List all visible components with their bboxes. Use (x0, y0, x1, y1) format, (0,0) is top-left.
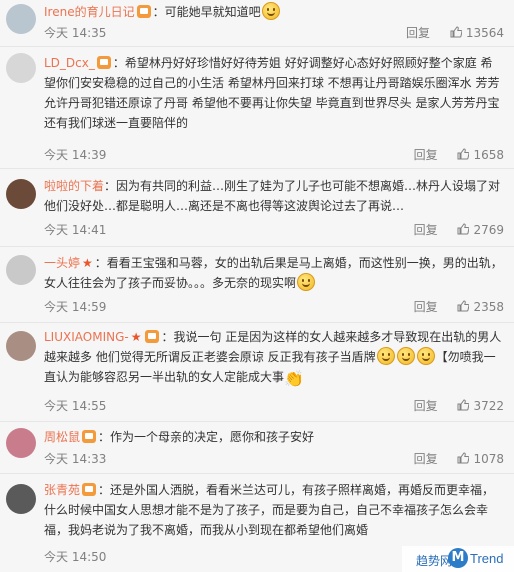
like-count: 3722 (473, 399, 504, 413)
comment-time: 今天 14:39 (44, 148, 107, 162)
reply-button[interactable]: 回复 (414, 298, 438, 315)
comment-text: ：可能她早就知道吧 (152, 5, 261, 19)
member-badge-icon (96, 56, 111, 69)
comment-text: ：希望林丹好好珍惜好好待芳姐 好好调整好心态好好照顾好整个家庭 希望你们安安稳稳… (44, 56, 500, 130)
reply-button[interactable]: 回复 (406, 24, 430, 41)
watermark-text: 趋势网 (416, 554, 453, 568)
thumbs-up-icon (457, 300, 470, 312)
thumbs-up-icon (457, 452, 470, 464)
like-count: 1658 (473, 148, 504, 162)
avatar[interactable] (6, 53, 36, 83)
thumbs-up-icon (457, 399, 470, 411)
like-count: 13564 (465, 26, 504, 40)
comment-text: ：看看王宝强和马蓉，女的出轨后果是马上离婚，而这性别一换，男的出轨，女人往往会为… (44, 256, 503, 290)
smile-emoji-icon (297, 273, 316, 291)
commenter-name[interactable]: Irene的育儿日记 (44, 5, 135, 19)
commenter-name[interactable]: LIUXIAOMING- (44, 330, 129, 344)
comment-item: Irene的育儿日记 ：可能她早就知道吧 今天 14:35 回复 13564 (0, 0, 514, 47)
comment-text: ：还是外国人洒脱，看看米兰达可儿，有孩子照样离婚，再婚反而更幸福，什么时候中国女… (44, 483, 495, 537)
comment-time: 今天 14:50 (44, 550, 107, 564)
commenter-name[interactable]: LD_Dcx_ (44, 56, 95, 70)
like-button[interactable]: 1078 (457, 452, 504, 466)
reply-button[interactable]: 回复 (414, 221, 438, 238)
thumbs-up-icon (450, 26, 462, 38)
avatar[interactable] (6, 428, 36, 458)
watermark-brand: Trend (470, 551, 504, 566)
thumbs-up-icon (457, 148, 470, 160)
comment-time: 今天 14:41 (44, 223, 107, 237)
avatar[interactable] (6, 255, 36, 285)
avatar[interactable] (6, 4, 36, 34)
reply-button[interactable]: 回复 (414, 450, 438, 467)
avatar[interactable] (6, 484, 36, 514)
reply-button[interactable]: 回复 (414, 146, 438, 163)
comment-text: ：作为一个母亲的决定，愿你和孩子安好 (98, 430, 315, 444)
hug-emoji-icon (261, 2, 280, 20)
comment-time: 今天 14:35 (44, 26, 107, 40)
like-button[interactable]: 1658 (457, 148, 504, 162)
like-button[interactable]: 3722 (457, 399, 504, 413)
comment-item: 一头婷 ★ ：看看王宝强和马蓉，女的出轨后果是马上离婚，而这性别一换，男的出轨，女人… (0, 247, 514, 323)
smile-emoji-icon (416, 347, 435, 365)
star-badge-icon: ★ (130, 330, 142, 344)
like-button[interactable]: 2769 (457, 223, 504, 237)
commenter-name[interactable]: 周松鼠 (44, 430, 80, 444)
comment-item: 周松鼠 ：作为一个母亲的决定，愿你和孩子安好 今天 14:33 回复 1078 (0, 422, 514, 474)
member-badge-icon (82, 430, 97, 443)
clap-emoji-icon: 👏 (284, 369, 304, 388)
comment-time: 今天 14:33 (44, 452, 107, 466)
comment-time: 今天 14:59 (44, 300, 107, 314)
member-badge-icon (145, 330, 160, 343)
like-count: 2769 (473, 223, 504, 237)
comment-item: LD_Dcx_ ：希望林丹好好珍惜好好待芳姐 好好调整好心态好好照顾好整个家庭 希… (0, 47, 514, 169)
commenter-name[interactable]: 一头婷 (44, 256, 80, 270)
avatar[interactable] (6, 331, 36, 361)
thumbs-up-icon (457, 223, 470, 235)
smile-emoji-icon (376, 347, 395, 365)
like-count: 1078 (473, 452, 504, 466)
comment-item: 啦啦的下着：因为有共同的利益…刚生了娃为了儿子也可能不想离婚…林丹人设塌了对他们… (0, 169, 514, 247)
comment-item: LIUXIAOMING- ★ ：我说一句 正是因为这样的女人越来越多才导致现在出轨的… (0, 323, 514, 422)
star-badge-icon: ★ (82, 256, 93, 270)
like-button[interactable]: 13564 (450, 26, 504, 40)
comment-time: 今天 14:55 (44, 399, 107, 413)
member-badge-icon (136, 5, 151, 18)
comment-text: ：因为有共同的利益…刚生了娃为了儿子也可能不想离婚…林丹人设塌了对他们没好处…都… (44, 179, 501, 213)
reply-button[interactable]: 回复 (414, 397, 438, 414)
watermark-logo-icon: M (448, 548, 468, 568)
commenter-name[interactable]: 张青苑 (44, 483, 80, 497)
watermark: 趋势网 M Trend (402, 546, 514, 572)
like-button[interactable]: 2358 (457, 300, 504, 314)
avatar[interactable] (6, 179, 36, 209)
like-count: 2358 (473, 300, 504, 314)
member-badge-icon (82, 483, 97, 496)
commenter-name[interactable]: 啦啦的下着 (44, 179, 104, 193)
smile-emoji-icon (396, 347, 415, 365)
